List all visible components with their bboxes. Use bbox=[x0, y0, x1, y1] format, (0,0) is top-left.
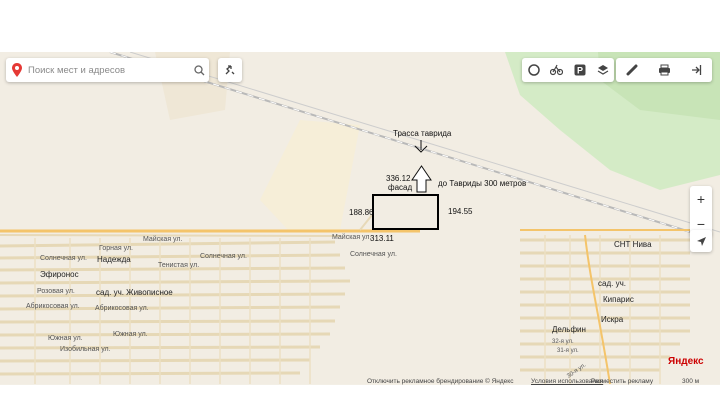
place-label: Эфиронос bbox=[40, 270, 79, 279]
map-canvas[interactable] bbox=[0, 52, 720, 384]
right-road-curve bbox=[584, 234, 611, 384]
place-label: Кипарис bbox=[603, 295, 634, 304]
street-label: 31-я ул. bbox=[557, 348, 579, 354]
traffic-icon[interactable] bbox=[522, 58, 545, 82]
right-side-length: 194.55 bbox=[448, 207, 473, 216]
map-copyright-bar: Отключить рекламное брендирование © Янде… bbox=[0, 378, 720, 385]
layers-icon[interactable] bbox=[591, 58, 614, 82]
street-label: Розовая ул. bbox=[37, 288, 75, 295]
geolocation-button[interactable] bbox=[690, 230, 712, 252]
location-arrow-icon bbox=[696, 236, 706, 246]
search-input[interactable]: Поиск мест и адресов bbox=[28, 65, 189, 76]
distance-annotation: до Тавриды 300 метров bbox=[438, 179, 527, 188]
yandex-logo: Яндекс bbox=[668, 356, 704, 367]
advertise-link[interactable]: Разместить рекламу bbox=[591, 378, 653, 385]
top-blank-bar bbox=[0, 0, 720, 53]
place-label: сад. уч. Живописное bbox=[96, 288, 173, 297]
route-icon bbox=[225, 65, 235, 75]
street-label: Изобильная ул. bbox=[60, 346, 111, 353]
parking-icon[interactable]: P bbox=[568, 58, 591, 82]
search-icon[interactable] bbox=[189, 64, 209, 76]
street-label: Южная ул. bbox=[113, 331, 148, 338]
place-label: СНТ Нива bbox=[614, 240, 652, 249]
place-label: Дельфин bbox=[552, 325, 586, 334]
facade-label: фасад bbox=[388, 183, 413, 192]
bike-icon[interactable] bbox=[545, 58, 568, 82]
street-label: Майская ул. bbox=[143, 236, 183, 243]
street-label: Солнечная ул. bbox=[350, 251, 397, 258]
place-label: Искра bbox=[601, 315, 624, 324]
street-label: Солнечная ул. bbox=[200, 253, 247, 260]
exit-icon[interactable] bbox=[680, 58, 712, 82]
route-button[interactable] bbox=[218, 58, 242, 82]
highway-annotation: Трасса таврида bbox=[393, 129, 452, 138]
street-label: Тенистая ул. bbox=[158, 262, 200, 269]
search-box[interactable]: Поиск мест и адресов bbox=[6, 58, 209, 82]
scale-label: 300 м bbox=[682, 378, 700, 385]
print-icon[interactable] bbox=[648, 58, 680, 82]
top-side-length: 336.12 bbox=[386, 174, 411, 183]
yandex-pin-icon bbox=[6, 63, 28, 77]
tools-toolbar bbox=[616, 58, 712, 82]
access-road bbox=[359, 214, 373, 231]
street-label: Абрикосовая ул. bbox=[26, 303, 80, 310]
place-label: Надежда bbox=[97, 255, 131, 264]
street-label: 32-я ул. bbox=[552, 339, 574, 345]
street-label: Горная ул. bbox=[99, 245, 133, 252]
place-label: сад. уч. bbox=[598, 279, 626, 288]
bottom-side-length: 313.11 bbox=[370, 234, 394, 243]
ruler-icon[interactable] bbox=[616, 58, 648, 82]
street-label: Абрикосовая ул. bbox=[95, 305, 149, 312]
zoom-control: + − bbox=[690, 186, 712, 236]
copyright-text: © Яндекс bbox=[485, 378, 514, 385]
land-plot-outline[interactable] bbox=[372, 194, 439, 230]
left-side-length: 188.86 bbox=[349, 208, 374, 217]
street-label: Южная ул. bbox=[48, 335, 83, 342]
disable-branding-link[interactable]: Отключить рекламное брендирование bbox=[367, 378, 483, 385]
layers-toolbar: P bbox=[522, 58, 614, 82]
field-area bbox=[260, 120, 360, 232]
zoom-in-button[interactable]: + bbox=[690, 186, 712, 211]
settlement-streets-right-vertical bbox=[544, 235, 661, 384]
street-label: Майская ул. bbox=[332, 234, 372, 241]
street-label: Солнечная ул. bbox=[40, 255, 87, 262]
map-background bbox=[0, 52, 720, 384]
svg-text:P: P bbox=[576, 66, 582, 76]
bottom-blank-bar bbox=[0, 385, 720, 405]
